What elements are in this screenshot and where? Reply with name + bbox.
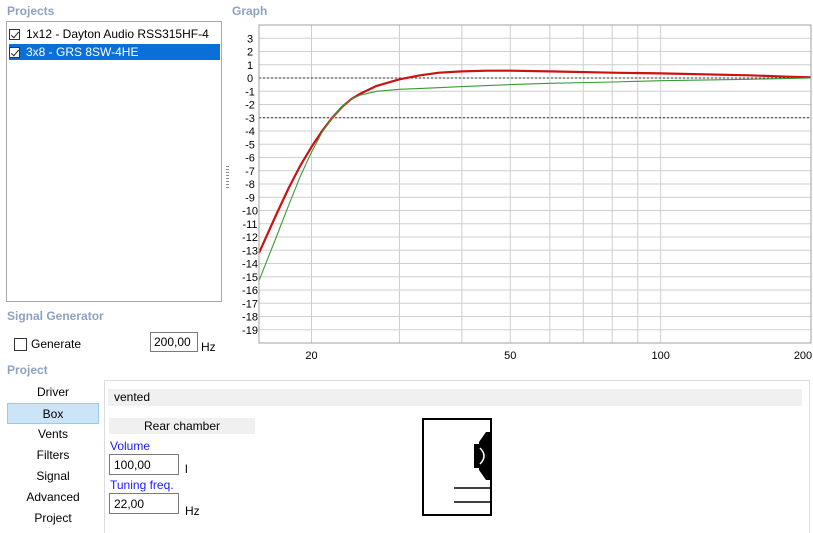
y-tick-label: -19 bbox=[242, 325, 258, 337]
y-tick-label: -3 bbox=[245, 113, 255, 125]
y-tick-label: -14 bbox=[242, 259, 258, 271]
project-item-1x12[interactable]: 1x12 - Dayton Audio RSS315HF-4 bbox=[9, 26, 220, 42]
x-tick-label: 100 bbox=[651, 350, 669, 362]
y-tick-label: -12 bbox=[242, 232, 258, 244]
y-tick-label: 2 bbox=[247, 47, 253, 59]
vented-box-diagram bbox=[422, 418, 492, 516]
speaker-magnet-icon bbox=[474, 444, 479, 468]
project-section-title: Project bbox=[7, 363, 48, 377]
tuning-freq-unit: Hz bbox=[185, 504, 200, 518]
project-checkbox-1x12[interactable] bbox=[9, 28, 20, 40]
y-tick-label: -18 bbox=[242, 312, 258, 324]
nav-item-driver[interactable]: Driver bbox=[7, 382, 99, 403]
y-tick-label: -10 bbox=[242, 206, 258, 218]
tuning-freq-input[interactable] bbox=[109, 493, 179, 514]
box-type-selector[interactable]: vented bbox=[108, 389, 802, 406]
volume-label: Volume bbox=[110, 439, 151, 453]
y-tick-label: 3 bbox=[247, 33, 253, 45]
y-tick-label: 1 bbox=[247, 60, 253, 72]
project-label: 3x8 - GRS 8SW-4HE bbox=[26, 45, 139, 59]
signal-generator-title: Signal Generator bbox=[7, 309, 104, 323]
x-axis-labels: 20 50 100 200 bbox=[305, 350, 812, 362]
volume-input[interactable] bbox=[109, 454, 179, 475]
y-tick-label: -17 bbox=[242, 298, 258, 310]
y-tick-label: -8 bbox=[245, 179, 255, 191]
x-tick-label: 20 bbox=[305, 350, 317, 362]
generate-checkbox[interactable] bbox=[14, 337, 27, 351]
y-tick-label: -11 bbox=[242, 219, 257, 231]
y-tick-label: -15 bbox=[242, 272, 258, 284]
y-tick-label: -9 bbox=[245, 192, 255, 204]
nav-item-box[interactable]: Box bbox=[7, 403, 99, 424]
project-list[interactable]: 1x12 - Dayton Audio RSS315HF-4 3x8 - GRS… bbox=[6, 21, 222, 302]
y-tick-label: -2 bbox=[245, 100, 255, 112]
signal-frequency-input[interactable] bbox=[150, 332, 198, 352]
x-tick-label: 200 bbox=[794, 350, 812, 362]
generate-label: Generate bbox=[31, 337, 82, 351]
nav-item-signal[interactable]: Signal bbox=[7, 466, 99, 487]
projects-section-title: Projects bbox=[7, 4, 55, 18]
project-nav: Driver Box Vents Filters Signal Advanced… bbox=[7, 382, 99, 529]
x-tick-label: 50 bbox=[504, 350, 516, 362]
graph-grid bbox=[259, 24, 812, 344]
project-checkbox-3x8[interactable] bbox=[9, 46, 20, 58]
y-tick-label: -13 bbox=[242, 245, 258, 257]
volume-unit: l bbox=[185, 462, 188, 476]
nav-item-filters[interactable]: Filters bbox=[7, 445, 99, 466]
rear-chamber-header: Rear chamber bbox=[109, 418, 255, 434]
nav-item-project[interactable]: Project bbox=[7, 508, 99, 529]
project-item-3x8[interactable]: 3x8 - GRS 8SW-4HE bbox=[9, 44, 220, 60]
graph-section-title: Graph bbox=[232, 4, 268, 18]
signal-frequency-unit: Hz bbox=[201, 340, 216, 354]
y-tick-label: -16 bbox=[242, 285, 258, 297]
y-tick-label: -6 bbox=[245, 153, 255, 165]
y-tick-label: -7 bbox=[245, 166, 255, 178]
y-tick-label: -4 bbox=[245, 126, 255, 138]
tuning-freq-label: Tuning freq. bbox=[110, 478, 174, 492]
y-tick-label: 0 bbox=[247, 73, 253, 85]
y-axis-labels: 3 210-1 -2-3-4-5 -6-7-8-9 -10-11-12-13 -14-15… bbox=[242, 33, 258, 337]
nav-item-vents[interactable]: Vents bbox=[7, 424, 99, 445]
y-tick-label: -1 bbox=[245, 86, 255, 98]
generate-checkbox-row[interactable]: Generate bbox=[14, 337, 81, 351]
y-tick-label: -5 bbox=[245, 139, 255, 151]
frequency-response-graph: 3 210-1 -2-3-4-5 -6-7-8-9 -10-11-12-13 -14-15… bbox=[242, 24, 812, 362]
nav-item-advanced[interactable]: Advanced bbox=[7, 487, 99, 508]
project-label: 1x12 - Dayton Audio RSS315HF-4 bbox=[26, 27, 209, 41]
